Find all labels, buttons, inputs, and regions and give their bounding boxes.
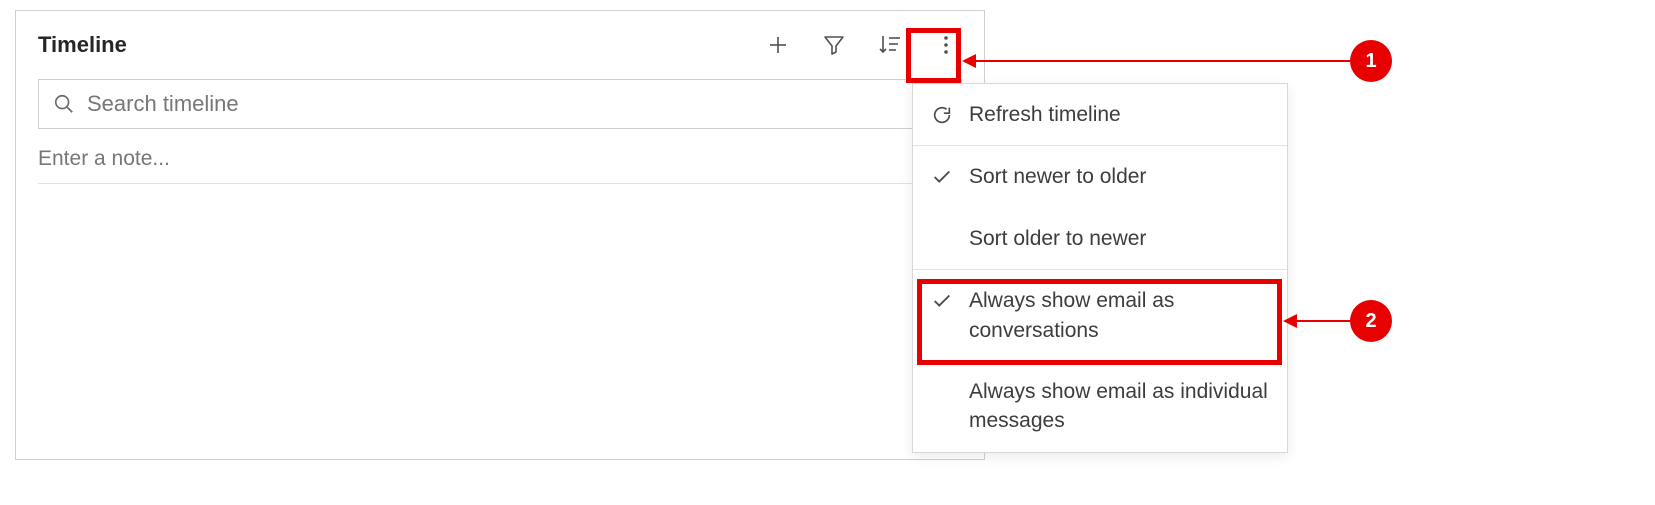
- filter-button[interactable]: [818, 29, 850, 61]
- refresh-icon: [929, 102, 955, 128]
- ellipsis-vertical-icon: [934, 33, 958, 57]
- menu-item-label: Always show email as individual messages: [969, 377, 1269, 436]
- badge-number: 2: [1365, 310, 1376, 333]
- empty-icon: [929, 379, 955, 405]
- empty-icon: [929, 226, 955, 252]
- timeline-panel: Timeline: [15, 10, 985, 460]
- note-row[interactable]: [38, 147, 962, 184]
- more-commands-menu: Refresh timeline Sort newer to older Sor…: [912, 83, 1288, 453]
- checkmark-icon: [929, 288, 955, 314]
- plus-icon: [766, 33, 790, 57]
- menu-sort-older-to-newer[interactable]: Sort older to newer: [913, 208, 1287, 269]
- menu-item-label: Refresh timeline: [969, 100, 1121, 129]
- funnel-icon: [822, 33, 846, 57]
- sort-icon: [877, 32, 903, 58]
- checkmark-icon: [929, 164, 955, 190]
- note-input[interactable]: [38, 147, 962, 171]
- menu-email-as-conversations[interactable]: Always show email as conversations: [913, 270, 1287, 361]
- annotation-arrow-2-line: [1297, 320, 1350, 322]
- menu-item-label: Sort older to newer: [969, 224, 1146, 253]
- search-row[interactable]: [38, 79, 962, 129]
- sort-button[interactable]: [874, 29, 906, 61]
- add-button[interactable]: [762, 29, 794, 61]
- annotation-arrow-2-head: [1283, 314, 1297, 328]
- annotation-badge-1: 1: [1350, 40, 1392, 82]
- menu-item-label: Always show email as conversations: [969, 286, 1269, 345]
- more-commands-button[interactable]: [930, 29, 962, 61]
- menu-sort-newer-to-older[interactable]: Sort newer to older: [913, 146, 1287, 207]
- timeline-header: Timeline: [38, 29, 962, 61]
- badge-number: 1: [1365, 50, 1376, 73]
- menu-email-as-individual[interactable]: Always show email as individual messages: [913, 361, 1287, 452]
- timeline-title: Timeline: [38, 32, 127, 58]
- search-input[interactable]: [87, 91, 947, 117]
- menu-item-label: Sort newer to older: [969, 162, 1146, 191]
- menu-refresh-timeline[interactable]: Refresh timeline: [913, 84, 1287, 145]
- annotation-arrow-1-line: [976, 60, 1350, 62]
- timeline-toolbar: [762, 29, 962, 61]
- annotation-badge-2: 2: [1350, 300, 1392, 342]
- search-icon: [53, 93, 75, 115]
- annotation-arrow-1-head: [962, 54, 976, 68]
